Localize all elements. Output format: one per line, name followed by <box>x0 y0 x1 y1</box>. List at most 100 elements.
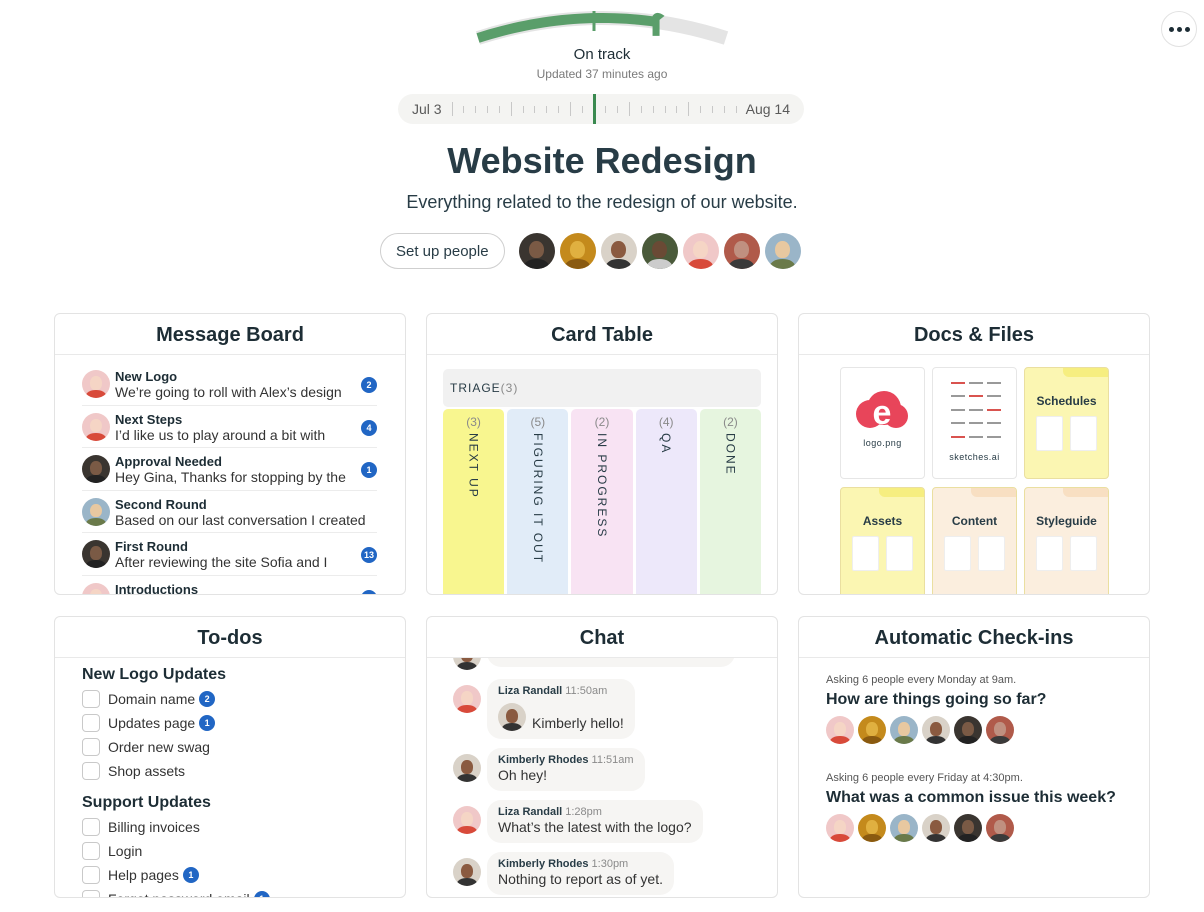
avatar[interactable] <box>600 233 637 269</box>
avatar[interactable] <box>82 497 110 526</box>
card-title[interactable]: To-dos <box>55 617 405 658</box>
avatar[interactable] <box>453 685 481 713</box>
card-column[interactable]: (5) FIGURING IT OUT <box>507 409 569 594</box>
avatar[interactable] <box>922 716 950 744</box>
todo-label[interactable]: Order new swag <box>108 739 210 755</box>
logo-thumbnail-icon: e <box>854 390 910 434</box>
todo-checkbox[interactable] <box>82 818 100 836</box>
folder-item[interactable]: Styleguide <box>1024 487 1109 594</box>
avatar[interactable] <box>82 370 110 398</box>
checkin-question[interactable]: Asking 6 people every Monday at 9am. How … <box>826 674 1149 744</box>
avatar[interactable] <box>922 814 950 842</box>
avatar[interactable] <box>82 540 110 568</box>
message-board-card[interactable]: Message Board New Logo We’re going to rol… <box>54 313 406 595</box>
avatar[interactable] <box>986 716 1014 744</box>
todo-label[interactable]: Help pages <box>108 867 179 883</box>
todo-checkbox[interactable] <box>82 714 100 732</box>
folder-item[interactable]: Assets <box>840 487 925 594</box>
message-item[interactable]: New Logo We’re going to roll with Alex’s … <box>82 363 377 406</box>
timeline-tick <box>617 106 619 113</box>
todo-checkbox[interactable] <box>82 866 100 884</box>
docs-files-card[interactable]: Docs & Files e logo.png sketches.ai Schedul… <box>798 313 1150 595</box>
card-title[interactable]: Docs & Files <box>799 314 1149 355</box>
todo-checkbox[interactable] <box>82 690 100 708</box>
chat-text: Oh hey! <box>498 766 634 784</box>
set-up-people-button[interactable]: Set up people <box>380 233 505 269</box>
avatar[interactable] <box>82 582 110 594</box>
avatar[interactable] <box>453 658 481 670</box>
checkins-card[interactable]: Automatic Check-ins Asking 6 people ever… <box>798 616 1150 898</box>
todo-list-title[interactable]: New Logo Updates <box>82 665 405 685</box>
card-title[interactable]: Card Table <box>427 314 777 355</box>
todo-label[interactable]: Shop assets <box>108 763 185 779</box>
todo-checkbox[interactable] <box>82 738 100 756</box>
checkin-question-text[interactable]: How are things going so far? <box>826 691 1149 709</box>
todo-checkbox[interactable] <box>82 890 100 897</box>
todo-label[interactable]: Domain name <box>108 691 195 707</box>
avatar[interactable] <box>858 716 886 744</box>
card-column[interactable]: (3) NEXT UP <box>443 409 505 594</box>
todo-checkbox[interactable] <box>82 842 100 860</box>
message-title[interactable]: First Round <box>115 539 377 554</box>
card-title[interactable]: Message Board <box>55 314 405 355</box>
avatar[interactable] <box>986 814 1014 842</box>
todo-label[interactable]: Updates page <box>108 715 195 731</box>
project-timeline[interactable]: Jul 3 Aug 14 <box>398 94 804 124</box>
avatar[interactable] <box>954 814 982 842</box>
avatar[interactable] <box>890 814 918 842</box>
sketch-mark <box>969 382 983 384</box>
avatar[interactable] <box>826 814 854 842</box>
todo-checkbox[interactable] <box>82 762 100 780</box>
avatar[interactable] <box>641 233 678 269</box>
avatar[interactable] <box>682 233 719 269</box>
card-column[interactable]: (4) QA <box>635 409 697 594</box>
folder-item[interactable]: Content <box>932 487 1017 594</box>
triage-column[interactable]: TRIAGE(3) <box>443 369 761 407</box>
avatar[interactable] <box>453 754 481 782</box>
message-item[interactable]: Next Steps I’d like us to play around a b… <box>82 406 377 448</box>
checkin-question-text[interactable]: What was a common issue this week? <box>826 789 1149 807</box>
todo-label[interactable]: Billing invoices <box>108 819 200 835</box>
folder-item[interactable]: Schedules <box>1024 367 1109 479</box>
people-row: Set up people <box>380 233 806 269</box>
checkin-question[interactable]: Asking 6 people every Friday at 4:30pm. W… <box>826 772 1149 842</box>
avatar[interactable] <box>764 233 801 269</box>
file-item[interactable]: sketches.ai <box>932 367 1017 479</box>
hill-chart-icon[interactable] <box>470 0 734 52</box>
avatar[interactable] <box>858 814 886 842</box>
avatar[interactable] <box>559 233 596 269</box>
avatar[interactable] <box>453 858 481 886</box>
avatar[interactable] <box>826 716 854 744</box>
message-item[interactable]: Approval Needed Hey Gina, Thanks for stop… <box>82 448 377 491</box>
message-title[interactable]: Next Steps <box>115 412 377 427</box>
message-title[interactable]: Approval Needed <box>115 454 377 469</box>
message-item[interactable]: First Round After reviewing the site Sofi… <box>82 533 377 576</box>
card-column[interactable]: (2) IN PROGRESS <box>571 409 633 594</box>
folder-tab-icon <box>1063 488 1108 497</box>
avatar[interactable] <box>723 233 760 269</box>
avatar[interactable] <box>890 716 918 744</box>
card-title[interactable]: Chat <box>427 617 777 658</box>
todo-list-title[interactable]: Support Updates <box>82 793 405 813</box>
message-title[interactable]: Second Round <box>115 497 377 512</box>
card-title[interactable]: Automatic Check-ins <box>799 617 1149 658</box>
avatar[interactable] <box>453 806 481 834</box>
message-item[interactable]: Introductions1 <box>82 576 377 595</box>
more-options-button[interactable] <box>1161 11 1197 47</box>
message-title[interactable]: Introductions <box>115 582 377 595</box>
card-table-card[interactable]: Card Table TRIAGE(3) (3) NEXT UP (5) FIGURI… <box>426 313 778 595</box>
avatar[interactable] <box>82 455 110 483</box>
avatar[interactable] <box>82 412 110 441</box>
todo-label[interactable]: Login <box>108 843 142 859</box>
avatar[interactable] <box>498 703 526 731</box>
avatar-body <box>687 258 714 269</box>
message-title[interactable]: New Logo <box>115 369 377 384</box>
todo-label[interactable]: Forgot password email <box>108 891 250 897</box>
message-item[interactable]: Second Round Based on our last conversati… <box>82 491 377 533</box>
avatar[interactable] <box>954 716 982 744</box>
todos-card[interactable]: To-dos New Logo Updates Domain name 2 Updat… <box>54 616 406 898</box>
card-column[interactable]: (2) DONE <box>699 409 762 594</box>
avatar[interactable] <box>518 233 555 269</box>
chat-card[interactable]: Chat Yes, I think we can make one simila… <box>426 616 778 898</box>
file-item[interactable]: e logo.png <box>840 367 925 479</box>
